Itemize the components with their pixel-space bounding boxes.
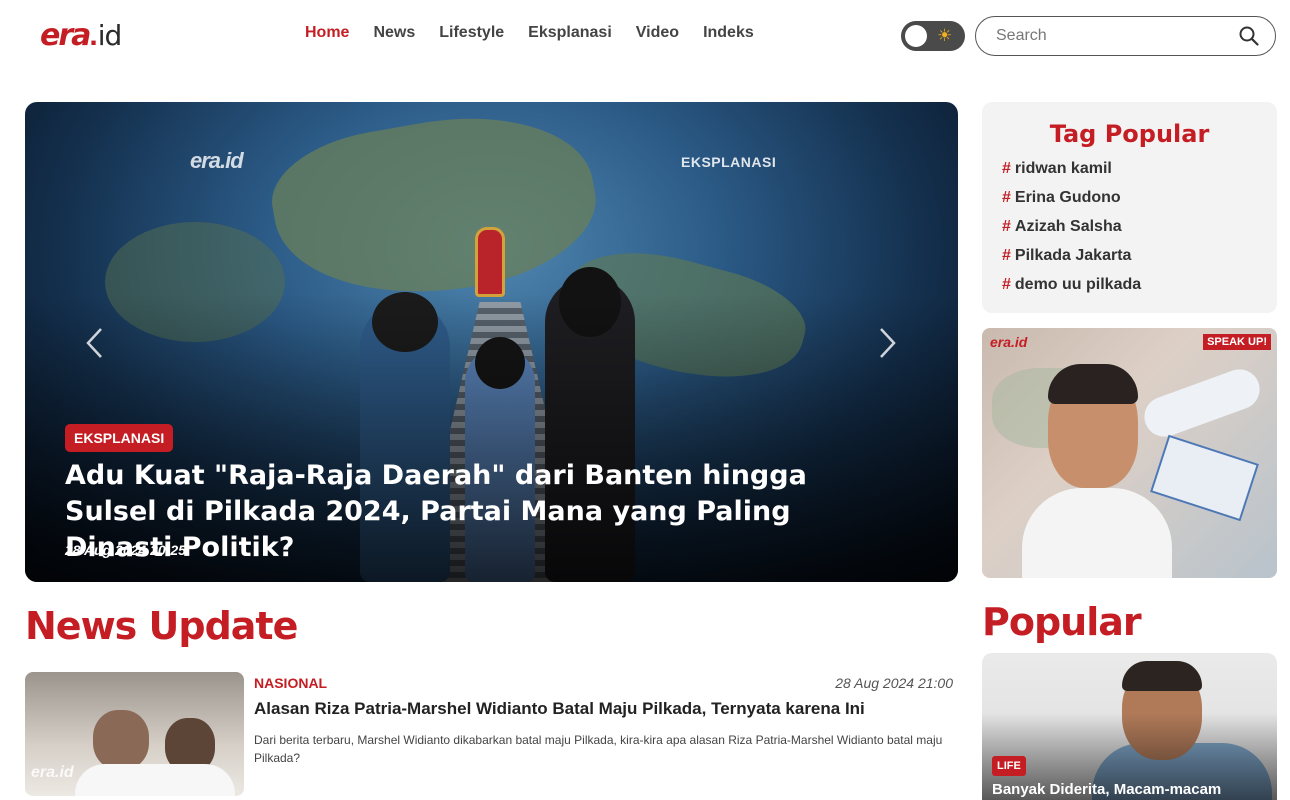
- news-list-item[interactable]: era.id NASIONAL 28 Aug 2024 21:00 Alasan…: [25, 672, 955, 796]
- thumbnail-watermark: era.id: [31, 764, 74, 781]
- hash-icon: #: [1002, 189, 1011, 206]
- nav-news[interactable]: News: [373, 24, 415, 42]
- tag-item[interactable]: # Pilkada Jakarta: [1002, 247, 1141, 276]
- hash-icon: #: [1002, 276, 1011, 293]
- hero-watermark-logo: era.id: [190, 148, 244, 173]
- nav-indeks[interactable]: Indeks: [703, 24, 754, 42]
- search-icon[interactable]: [1239, 26, 1259, 46]
- news-thumbnail[interactable]: era.id: [25, 672, 244, 796]
- hero-slide[interactable]: era.id EKSPLANASI EKSPLANASI Adu Kuat "R…: [25, 102, 958, 582]
- tag-item[interactable]: # demo uu pilkada: [1002, 276, 1141, 305]
- popular-category-badge[interactable]: LIFE: [992, 756, 1026, 776]
- popular-heading: Popular: [982, 600, 1142, 644]
- nav-home[interactable]: Home: [305, 24, 349, 42]
- tag-popular-heading: Tag Popular: [1049, 120, 1210, 148]
- hero-date: 28 Aug 2024 20:25: [65, 542, 186, 558]
- banner-logo: era.id: [990, 334, 1028, 350]
- prev-slide-arrow-icon[interactable]: [83, 326, 107, 360]
- theme-toggle[interactable]: ☀: [901, 21, 965, 51]
- tag-popular-box: Tag Popular # ridwan kamil # Erina Gudono …: [982, 102, 1277, 313]
- nav-video[interactable]: Video: [636, 24, 679, 42]
- news-title[interactable]: Alasan Riza Patria-Marshel Widianto Bata…: [254, 699, 954, 719]
- site-header: era. id Home News Lifestyle Eksplanasi Vi…: [0, 0, 1290, 72]
- popular-card[interactable]: LIFE Banyak Diderita, Macam-macam: [982, 653, 1277, 800]
- news-update-heading: News Update: [25, 604, 298, 648]
- toggle-knob: [905, 25, 927, 47]
- hash-icon: #: [1002, 218, 1011, 235]
- speak-up-badge: SPEAK UP!: [1203, 334, 1271, 350]
- hero-watermark-label: EKSPLANASI: [681, 154, 777, 170]
- tag-item[interactable]: # Erina Gudono: [1002, 189, 1141, 218]
- tag-item[interactable]: # ridwan kamil: [1002, 160, 1141, 189]
- promo-banner[interactable]: era.id SPEAK UP!: [982, 328, 1277, 578]
- hash-icon: #: [1002, 247, 1011, 264]
- news-summary: Dari berita terbaru, Marshel Widianto di…: [254, 733, 943, 765]
- hero-category-badge[interactable]: EKSPLANASI: [65, 424, 174, 452]
- sun-icon: ☀: [937, 26, 953, 45]
- search-box: [975, 16, 1276, 56]
- tag-list: # ridwan kamil # Erina Gudono # Azizah Sals…: [1002, 160, 1141, 305]
- nav-eksplanasi[interactable]: Eksplanasi: [528, 24, 612, 42]
- search-input[interactable]: [996, 25, 1226, 47]
- site-logo[interactable]: era. id: [40, 18, 122, 53]
- banner-person-illustration: [1022, 364, 1172, 578]
- popular-title[interactable]: Banyak Diderita, Macam-macam: [992, 781, 1272, 798]
- next-slide-arrow-icon[interactable]: [875, 326, 899, 360]
- hero-title[interactable]: Adu Kuat "Raja-Raja Daerah" dari Banten …: [65, 458, 905, 566]
- main-nav: Home News Lifestyle Eksplanasi Video Ind…: [305, 24, 778, 42]
- news-category[interactable]: NASIONAL: [254, 675, 327, 691]
- news-date: 28 Aug 2024 21:00: [835, 675, 953, 691]
- ticket-illustration: [1150, 434, 1259, 522]
- nav-lifestyle[interactable]: Lifestyle: [439, 24, 504, 42]
- hash-icon: #: [1002, 160, 1011, 177]
- tag-item[interactable]: # Azizah Salsha: [1002, 218, 1141, 247]
